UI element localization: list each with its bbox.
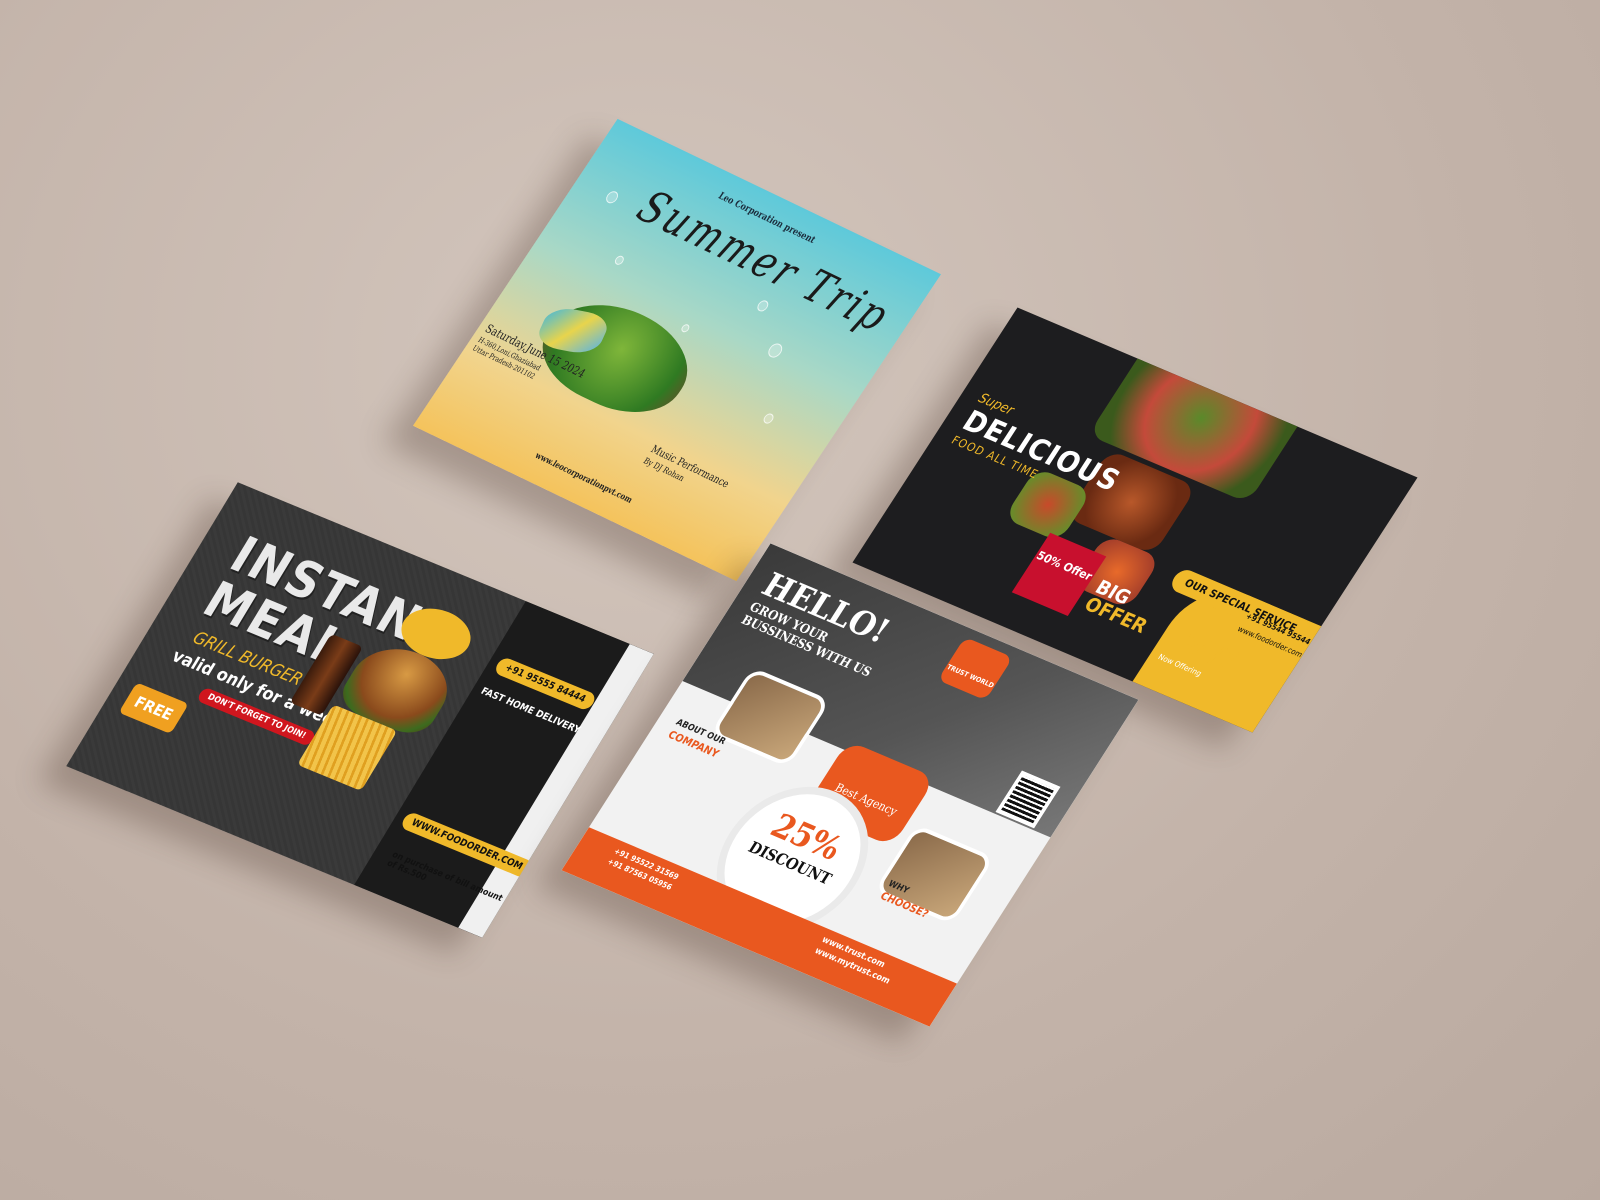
- bubble: [761, 412, 776, 426]
- bubble: [765, 341, 785, 360]
- bubble: [603, 189, 621, 206]
- bubble: [679, 323, 691, 334]
- free-tag: FREE: [118, 682, 189, 734]
- bubble: [755, 298, 771, 314]
- bubble: [613, 254, 626, 267]
